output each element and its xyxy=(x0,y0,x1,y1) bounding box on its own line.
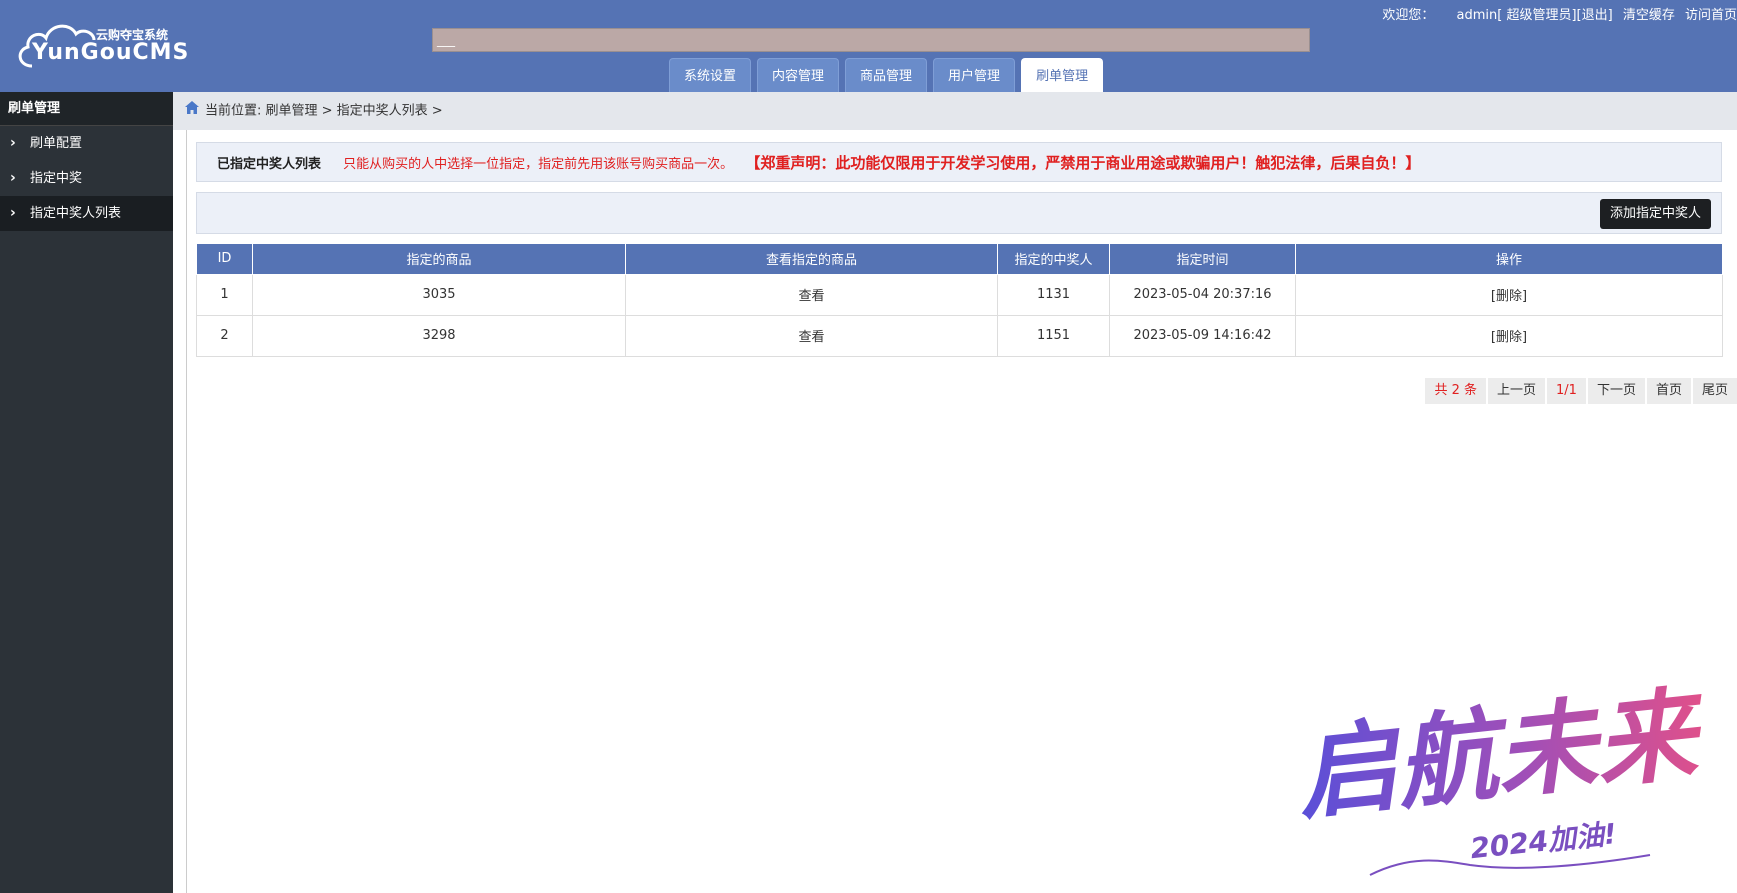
list-title: 已指定中奖人列表 xyxy=(217,157,322,172)
logo[interactable]: 云购夺宝系统 YunGouCMS xyxy=(14,14,188,74)
table-header-row: ID 指定的商品 查看指定的商品 指定的中奖人 指定时间 操作 xyxy=(196,244,1723,275)
user-link[interactable]: admin[ 超级管理员] xyxy=(1457,8,1577,23)
visit-home-link[interactable]: 访问首页 xyxy=(1685,8,1737,23)
pager-prev[interactable]: 上一页 xyxy=(1488,378,1546,404)
pager-first[interactable]: 首页 xyxy=(1646,378,1691,404)
tab-content-management[interactable]: 内容管理 xyxy=(757,58,840,92)
tab-user-management[interactable]: 用户管理 xyxy=(933,58,1016,92)
pager-current: 1/1 xyxy=(1547,378,1586,404)
toolbar: 添加指定中奖人 xyxy=(196,192,1722,234)
cell-id: 1 xyxy=(196,273,253,316)
watermark-main: 启航未来 xyxy=(1291,675,1712,834)
main-nav: 系统设置 内容管理 商品管理 用户管理 刷单管理 xyxy=(669,58,1109,92)
logo-title: YunGouCMS xyxy=(32,40,190,65)
col-winner: 指定的中奖人 xyxy=(997,244,1110,275)
tab-order-brushing[interactable]: 刷单管理 xyxy=(1021,58,1104,92)
sidebar-item-config[interactable]: › 刷单配置 xyxy=(0,126,173,161)
sidebar-item-label: 指定中奖 xyxy=(30,171,83,186)
watermark-graphic: 启航未来 2024加油! xyxy=(1291,675,1712,876)
hint-text: 只能从购买的人中选择一位指定，指定前先用该账号购买商品一次。 xyxy=(343,157,734,172)
home-icon[interactable] xyxy=(185,92,199,130)
pager-total: 共 2 条 xyxy=(1425,378,1487,404)
welcome-text: 欢迎您： xyxy=(1382,8,1435,23)
delete-link[interactable]: [删除] xyxy=(1295,273,1723,316)
col-id: ID xyxy=(196,244,253,275)
cell-product: 3298 xyxy=(252,314,626,357)
add-winner-button[interactable]: 添加指定中奖人 xyxy=(1599,199,1711,229)
cell-id: 2 xyxy=(196,314,253,357)
clear-cache-link[interactable]: 清空缓存 xyxy=(1623,8,1675,23)
table-row: 1 3035 查看 1131 2023-05-04 20:37:16 [删除] xyxy=(196,273,1723,316)
chevron-right-icon: › xyxy=(10,170,16,186)
cell-time: 2023-05-09 14:16:42 xyxy=(1109,314,1296,357)
col-product: 指定的商品 xyxy=(252,244,626,275)
col-action: 操作 xyxy=(1295,244,1723,275)
tab-product-management[interactable]: 商品管理 xyxy=(845,58,928,92)
col-view-product: 查看指定的商品 xyxy=(625,244,998,275)
chevron-right-icon: › xyxy=(10,205,16,221)
sidebar-item-winner-list[interactable]: › 指定中奖人列表 xyxy=(0,196,173,231)
watermark-sub: 2024加油! xyxy=(1469,817,1618,865)
warning-text: 【郑重声明：此功能仅限用于开发学习使用，严禁用于商业用途或欺骗用户！触犯法律，后… xyxy=(745,154,1421,172)
header: 云购夺宝系统 YunGouCMS ___ 欢迎您： admin[ 超级管理员][… xyxy=(0,0,1737,92)
cell-winner: 1151 xyxy=(997,314,1110,357)
cell-winner: 1131 xyxy=(997,273,1110,316)
top-links: 欢迎您： admin[ 超级管理员][退出] 清空缓存 访问首页 xyxy=(1376,4,1737,23)
sidebar-title: 刷单管理 xyxy=(0,92,173,126)
pagination: 共 2 条 上一页 1/1 下一页 首页 尾页 xyxy=(1423,378,1737,404)
delete-link[interactable]: [删除] xyxy=(1295,314,1723,357)
chevron-right-icon: › xyxy=(10,135,16,151)
sidebar: 刷单管理 › 刷单配置 › 指定中奖 › 指定中奖人列表 xyxy=(0,92,173,893)
search-input[interactable]: ___ xyxy=(432,28,1310,52)
sidebar-item-assign-winner[interactable]: › 指定中奖 xyxy=(0,161,173,196)
pager-next[interactable]: 下一页 xyxy=(1587,378,1645,404)
info-bar: 已指定中奖人列表 只能从购买的人中选择一位指定，指定前先用该账号购买商品一次。 … xyxy=(196,142,1722,182)
breadcrumb: 当前位置: 刷单管理 > 指定中奖人列表 > xyxy=(173,92,1737,130)
sidebar-item-label: 刷单配置 xyxy=(30,136,83,151)
col-time: 指定时间 xyxy=(1109,244,1296,275)
sidebar-item-label: 指定中奖人列表 xyxy=(30,206,122,221)
breadcrumb-text: 当前位置: 刷单管理 > 指定中奖人列表 > xyxy=(205,103,443,119)
logout-link[interactable]: [退出] xyxy=(1577,8,1613,23)
cell-time: 2023-05-04 20:37:16 xyxy=(1109,273,1296,316)
tab-system-settings[interactable]: 系统设置 xyxy=(669,58,752,92)
pager-last[interactable]: 尾页 xyxy=(1692,378,1737,404)
view-product-link[interactable]: 查看 xyxy=(625,273,998,316)
table-row: 2 3298 查看 1151 2023-05-09 14:16:42 [删除] xyxy=(196,314,1723,357)
cell-product: 3035 xyxy=(252,273,626,316)
view-product-link[interactable]: 查看 xyxy=(625,314,998,357)
winner-table: ID 指定的商品 查看指定的商品 指定的中奖人 指定时间 操作 1 3035 查… xyxy=(196,244,1723,357)
